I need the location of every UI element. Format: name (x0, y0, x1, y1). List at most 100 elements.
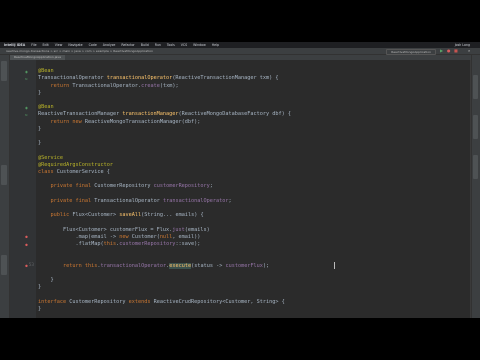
code-token: transactionalOperator (106, 75, 173, 82)
code-line[interactable]: return TransactionalOperator.create(txm)… (38, 82, 179, 90)
bean-navigate-icon[interactable]: ↻ (24, 76, 29, 81)
code-token: class (38, 169, 57, 175)
favorites-tool-tab[interactable] (1, 255, 7, 275)
code-line[interactable]: interface CustomerRepository extends Rea… (38, 298, 285, 306)
code-token: } (38, 89, 42, 96)
ant-tool-tab[interactable] (473, 155, 478, 179)
menu-file[interactable]: File (31, 43, 36, 47)
menu-navigate[interactable]: Navigate (68, 43, 82, 47)
line-gutter[interactable]: ◉ ↻ ◉ ↻ ● ● 53 ● (10, 60, 36, 318)
ide-window: IntelliJ IDEA File Edit View Navigate Co… (0, 42, 480, 318)
code-token: customerRepository (153, 183, 210, 190)
search-icon[interactable]: ⌕ (468, 49, 472, 53)
code-token: , email)) (172, 233, 201, 240)
code-token: ReactiveCrudRepository<Customer, String>… (153, 298, 285, 305)
code-token: customerFlux (225, 262, 263, 269)
code-token: @Bean (38, 68, 54, 75)
code-token: CustomerRepository (94, 183, 154, 190)
code-token: transactionManager (122, 111, 179, 118)
code-line[interactable]: } (38, 125, 41, 133)
code-token: saveAll (119, 212, 142, 219)
breakpoint-icon[interactable]: ● (24, 242, 29, 247)
code-token: (txm); (159, 82, 179, 89)
menu-view[interactable]: View (55, 43, 63, 47)
database-tool-tab[interactable] (473, 75, 478, 99)
menu-analyze[interactable]: Analyze (103, 43, 116, 47)
code-token: private final (50, 183, 95, 190)
line-number (10, 312, 34, 318)
text-caret (334, 262, 335, 270)
code-token: } (38, 140, 42, 147)
code-line[interactable]: public Flux<Customer> saveAll(String... … (38, 211, 204, 219)
menu-tools[interactable]: Tools (167, 43, 175, 47)
code-token: private final (50, 197, 95, 204)
structure-tool-tab[interactable] (1, 165, 7, 185)
code-token: @Service (38, 154, 63, 161)
code-token: .flatMap( (38, 241, 104, 247)
code-line[interactable]: return this.transactionalOperator.execut… (38, 262, 269, 270)
breakpoint-icon[interactable]: ● (24, 263, 29, 268)
menu-run[interactable]: Run (155, 43, 161, 47)
menu-edit[interactable]: Edit (43, 43, 49, 47)
code-token: ); (262, 262, 270, 269)
code-line[interactable]: private final CustomerRepository custome… (38, 182, 213, 190)
code-token: return (50, 82, 73, 89)
menu-build[interactable]: Build (141, 43, 149, 47)
code-token: Flux<Customer> (72, 212, 120, 219)
code-token: transactionalOperator (162, 197, 229, 204)
code-line[interactable]: private final TransactionalOperator tran… (38, 197, 232, 205)
menu-app[interactable]: IntelliJ IDEA (4, 43, 25, 47)
code-token: } (38, 305, 42, 312)
bean-icon[interactable]: ◉ (24, 69, 29, 74)
menu-refactor[interactable]: Refactor (121, 43, 134, 47)
code-line[interactable]: } (38, 283, 41, 291)
code-token: .map(email -> (38, 233, 120, 240)
code-token: TransactionalOperator (38, 75, 107, 82)
code-token: (emails) (184, 226, 210, 233)
bean-navigate-icon[interactable]: ↻ (24, 112, 29, 117)
run-icon[interactable]: ▶ (440, 49, 444, 53)
code-token: create (141, 82, 160, 89)
user-name[interactable]: Josh Long (455, 43, 470, 47)
code-token: (String... emails) { (141, 212, 204, 219)
maven-tool-tab[interactable] (473, 115, 478, 139)
menu-code[interactable]: Code (89, 43, 97, 47)
toolbar: reactive-mongo-transactions > src > main… (0, 48, 480, 55)
breakpoint-icon[interactable]: ● (24, 234, 29, 239)
code-token: ; (209, 183, 213, 190)
code-token: return (63, 262, 85, 269)
code-token: ; (228, 197, 232, 204)
code-token: Customer( (131, 233, 160, 240)
code-line[interactable]: } (38, 89, 41, 97)
code-line[interactable]: .flatMap(this.customerRepository::save); (38, 240, 200, 248)
code-token: (status -> (191, 262, 226, 269)
code-line[interactable]: class CustomerService { (38, 168, 110, 176)
code-token: interface (38, 298, 70, 305)
menu-window[interactable]: Window (193, 43, 206, 47)
code-line[interactable]: } (38, 139, 41, 147)
menu-help[interactable]: Help (212, 43, 219, 47)
stop-icon[interactable]: ■ (454, 49, 458, 53)
code-token: ReactiveTransactionManager (38, 111, 123, 118)
breadcrumb[interactable]: reactive-mongo-transactions > src > main… (6, 49, 153, 53)
code-token: customerRepository (119, 241, 176, 247)
code-line[interactable]: return new ReactiveMongoTransactionManag… (38, 118, 201, 126)
debug-icon[interactable]: ● (447, 49, 451, 53)
code-editor[interactable]: @Bean TransactionalOperator transactional… (36, 60, 472, 318)
bean-icon[interactable]: ◉ (24, 105, 29, 110)
code-line[interactable]: } (38, 305, 41, 313)
code-token: null (159, 233, 173, 240)
code-token: } (38, 284, 42, 291)
code-token: TransactionalOperator (94, 197, 163, 204)
project-tool-tab[interactable] (1, 61, 7, 81)
code-token: ::save); (175, 241, 201, 247)
code-token: new (119, 233, 132, 240)
menu-vcs[interactable]: VCS (181, 43, 187, 47)
code-token: } (38, 277, 54, 283)
left-tool-strip (0, 55, 10, 318)
